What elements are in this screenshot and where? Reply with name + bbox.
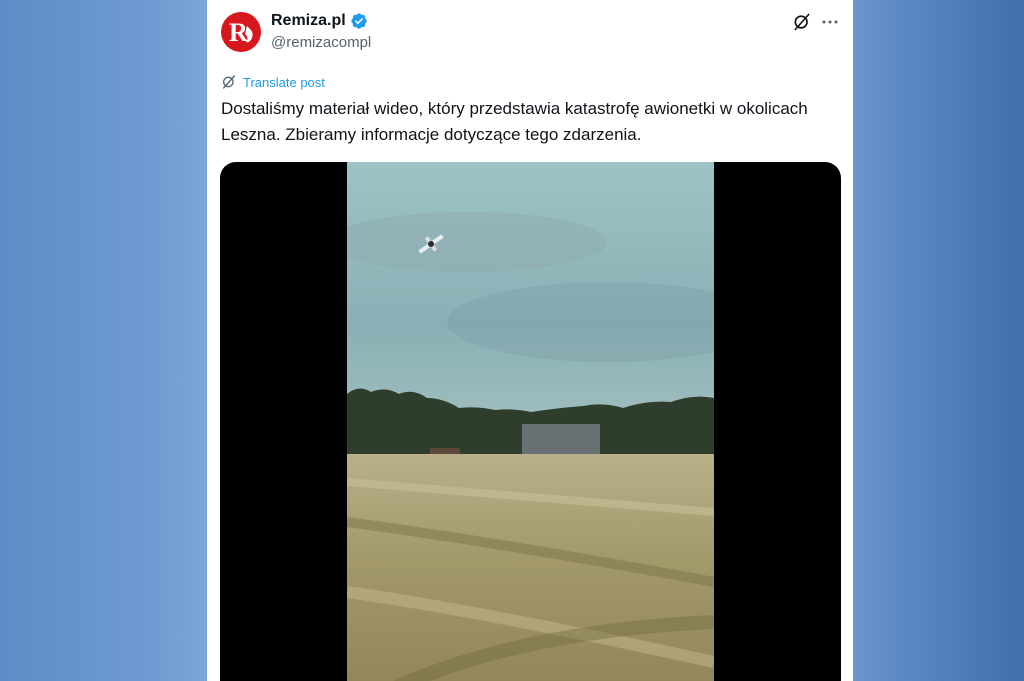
post-text: Dostaliśmy materiał wideo, który przedst… (221, 99, 808, 144)
remiza-logo-icon: R (229, 18, 253, 47)
grok-icon (794, 13, 810, 31)
author-name-row: Remiza.pl (271, 12, 368, 30)
post-card: R Remiza.pl @remizacompl Translate post … (207, 0, 853, 681)
display-name[interactable]: Remiza.pl (271, 12, 346, 30)
video-still (347, 162, 714, 681)
video-frame[interactable] (347, 162, 714, 681)
svg-text:R: R (229, 18, 248, 47)
video-player[interactable] (220, 162, 841, 681)
translate-label: Translate post (243, 74, 325, 90)
verified-badge-icon (351, 13, 367, 29)
avatar[interactable]: R (221, 12, 261, 52)
author-handle[interactable]: @remizacompl (271, 34, 371, 51)
translate-icon (223, 75, 235, 89)
more-button[interactable] (819, 11, 841, 33)
background-right (852, 0, 1024, 681)
grok-button[interactable] (791, 11, 813, 33)
translate-post-link[interactable]: Translate post (221, 74, 325, 90)
more-icon (822, 20, 838, 24)
background-left (0, 0, 210, 681)
